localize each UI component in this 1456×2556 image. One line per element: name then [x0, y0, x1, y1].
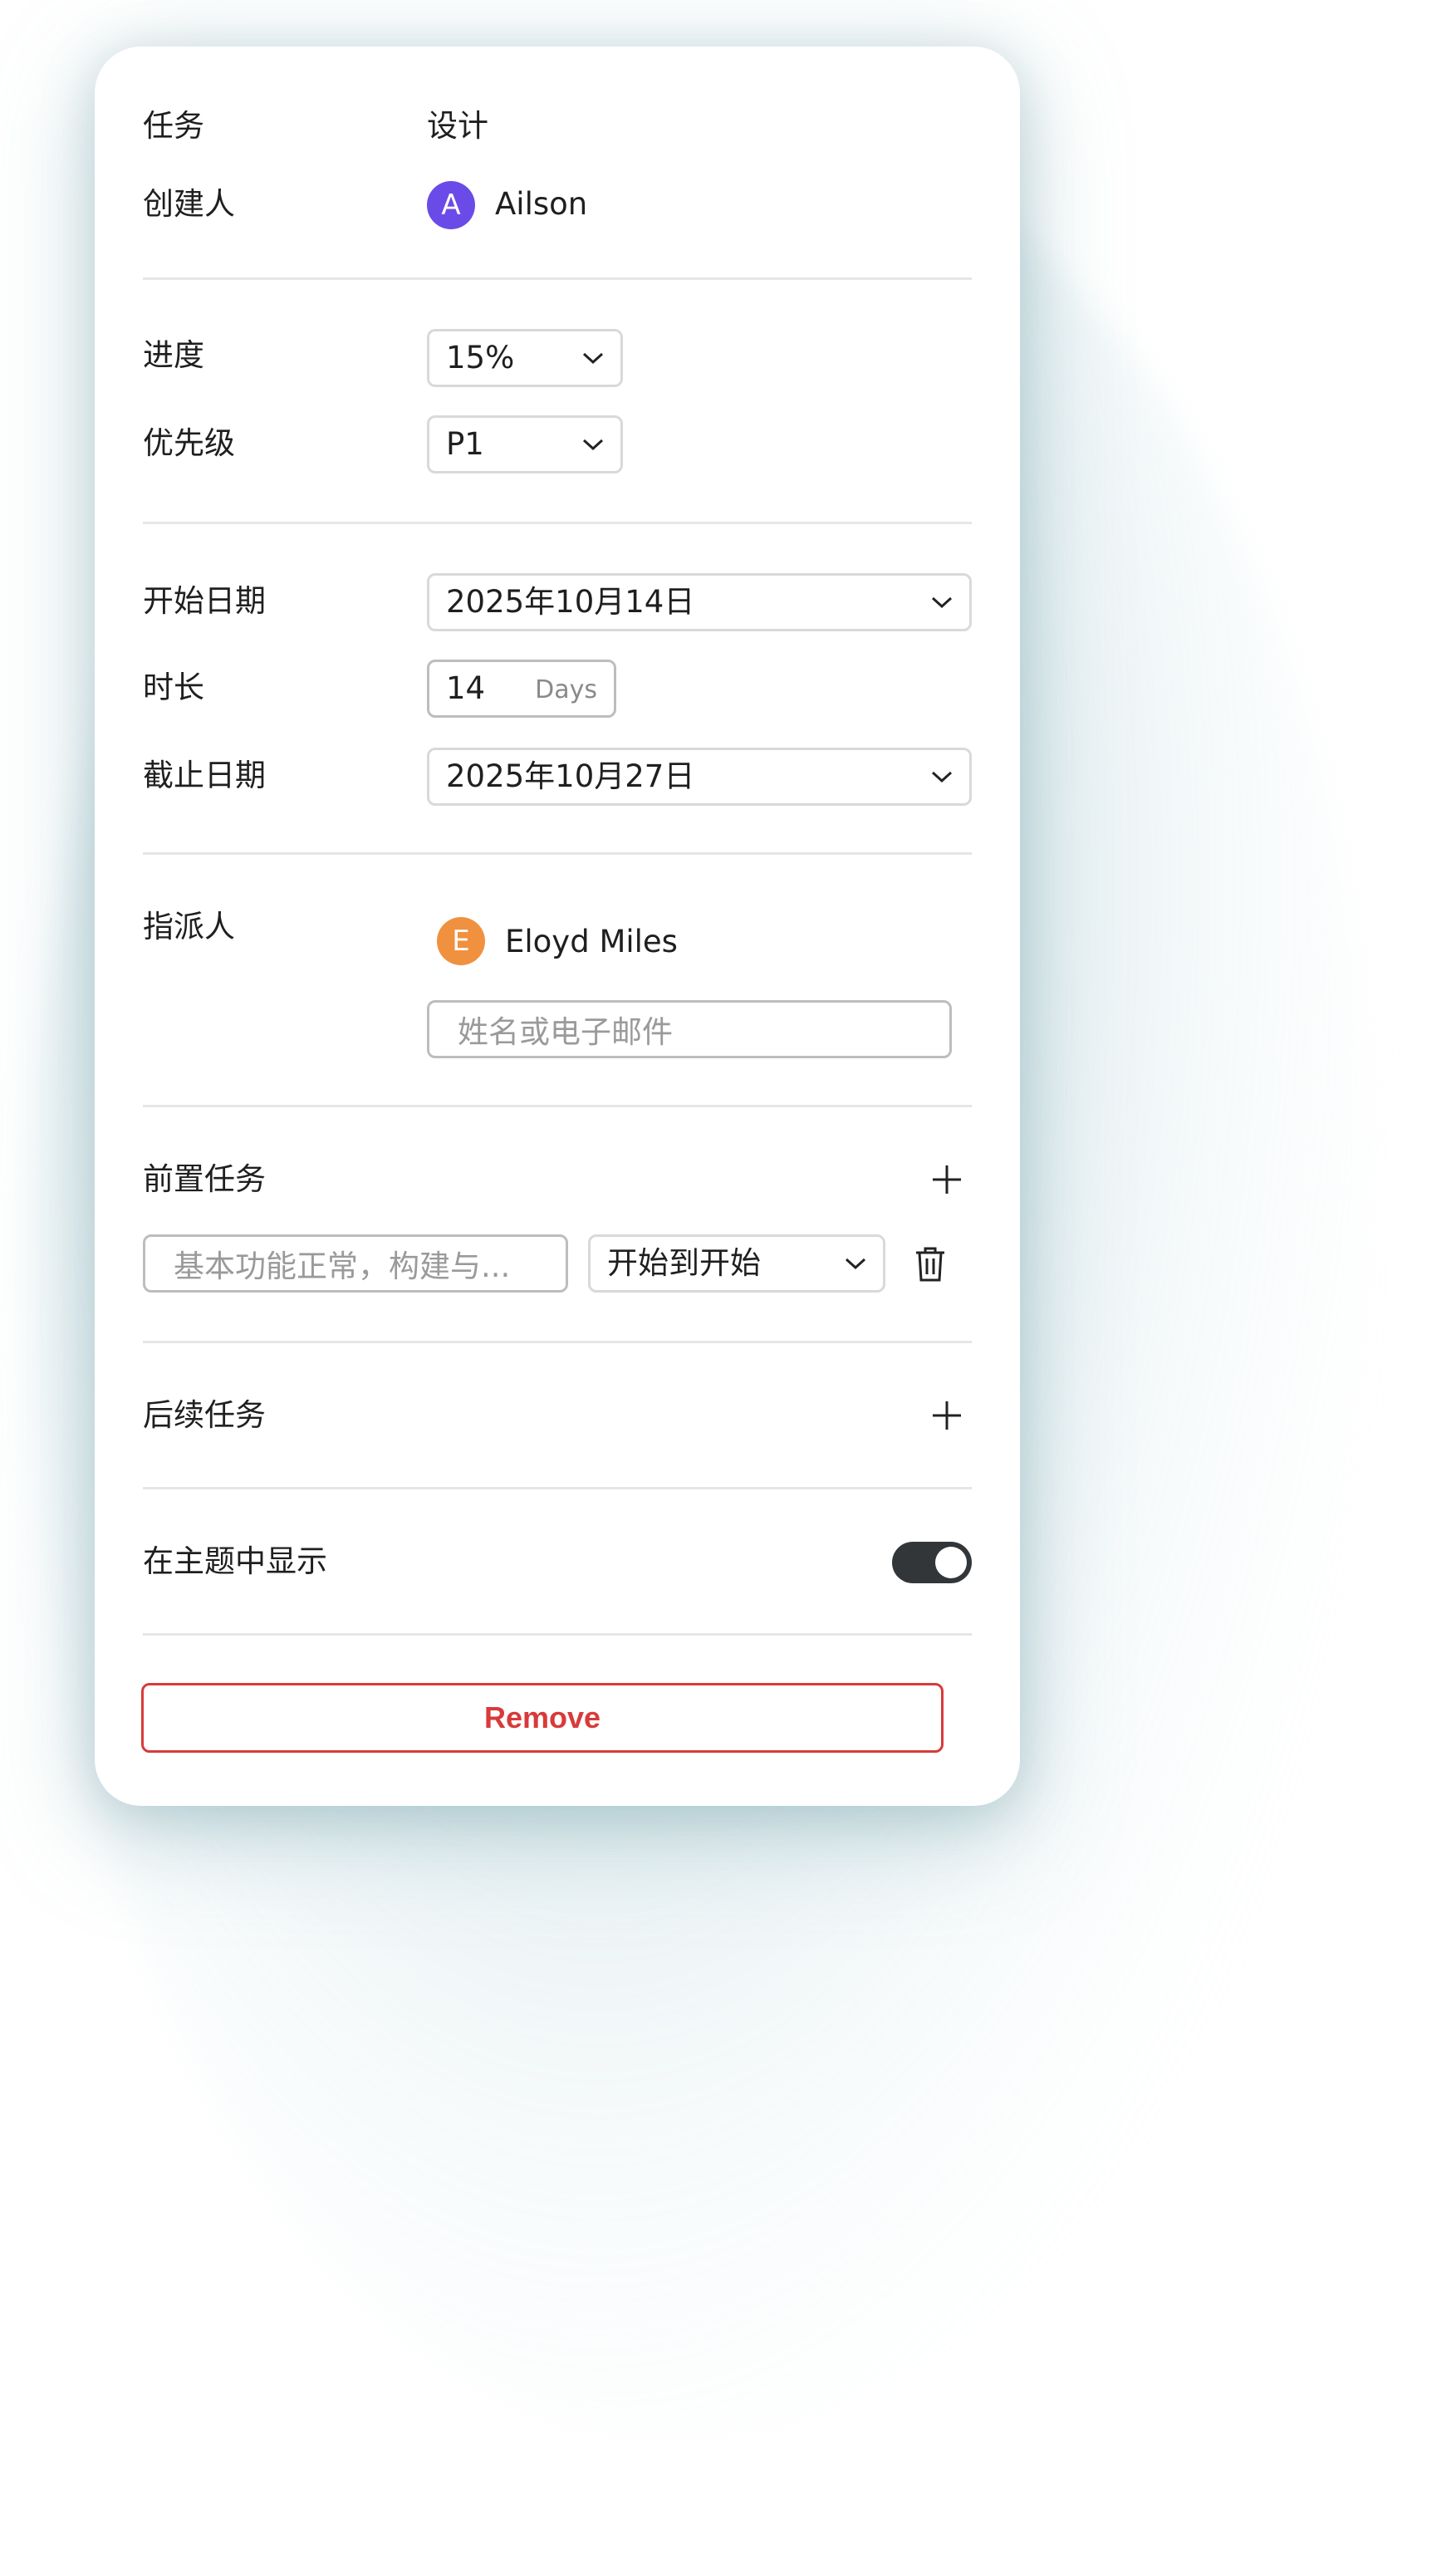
assignee-input-placeholder: 姓名或电子邮件: [458, 1014, 673, 1050]
plus-icon[interactable]: [930, 1399, 963, 1432]
creator-avatar: A: [427, 181, 475, 229]
predecessor-relation-select[interactable]: 开始到开始: [588, 1234, 885, 1293]
duration-input[interactable]: 14 Days: [427, 660, 616, 718]
priority-select[interactable]: P1: [427, 415, 623, 473]
creator-label: 创建人: [143, 186, 235, 222]
duration-label: 时长: [143, 670, 204, 705]
chevron-down-icon: [931, 596, 953, 609]
chevron-down-icon: [931, 771, 953, 783]
priority-label: 优先级: [143, 425, 235, 461]
divider: [143, 1487, 972, 1489]
divider: [143, 277, 972, 280]
task-value: 设计: [427, 108, 488, 144]
show-in-theme-toggle[interactable]: [892, 1542, 972, 1583]
duration-value: 14: [446, 670, 486, 706]
successors-label: 后续任务: [143, 1397, 266, 1433]
start-date-value: 2025年10月14日: [446, 584, 695, 620]
predecessor-task-input[interactable]: 基本功能正常，构建与...: [143, 1234, 568, 1293]
due-date-label: 截止日期: [143, 758, 266, 793]
assignee-label: 指派人: [143, 909, 235, 944]
progress-select[interactable]: 15%: [427, 329, 623, 387]
divider: [143, 852, 972, 855]
predecessor-task-placeholder: 基本功能正常，构建与...: [174, 1249, 511, 1284]
predecessors-label: 前置任务: [143, 1161, 266, 1197]
chevron-down-icon: [845, 1258, 866, 1270]
plus-icon[interactable]: [930, 1163, 963, 1196]
creator-name: Ailson: [495, 186, 588, 222]
task-label: 任务: [143, 108, 204, 144]
priority-value: P1: [446, 426, 484, 462]
progress-value: 15%: [446, 340, 515, 375]
assignee-avatar: E: [437, 917, 485, 965]
divider: [143, 1633, 972, 1636]
divider: [143, 1105, 972, 1107]
show-in-theme-label: 在主题中显示: [143, 1543, 327, 1579]
remove-button[interactable]: Remove: [141, 1683, 944, 1753]
assignee-search-input[interactable]: 姓名或电子邮件: [427, 1000, 952, 1058]
duration-unit: Days: [535, 675, 597, 704]
toggle-knob: [935, 1547, 967, 1578]
start-date-label: 开始日期: [143, 583, 266, 619]
due-date-value: 2025年10月27日: [446, 758, 695, 794]
predecessor-relation-value: 开始到开始: [607, 1245, 761, 1281]
divider: [143, 522, 972, 524]
trash-icon[interactable]: [914, 1246, 947, 1283]
chevron-down-icon: [582, 439, 604, 451]
progress-label: 进度: [143, 337, 204, 373]
chevron-down-icon: [582, 352, 604, 365]
divider: [143, 1341, 972, 1343]
due-date-select[interactable]: 2025年10月27日: [427, 748, 972, 806]
start-date-select[interactable]: 2025年10月14日: [427, 573, 972, 631]
assignee-name: Eloyd Miles: [505, 924, 678, 959]
